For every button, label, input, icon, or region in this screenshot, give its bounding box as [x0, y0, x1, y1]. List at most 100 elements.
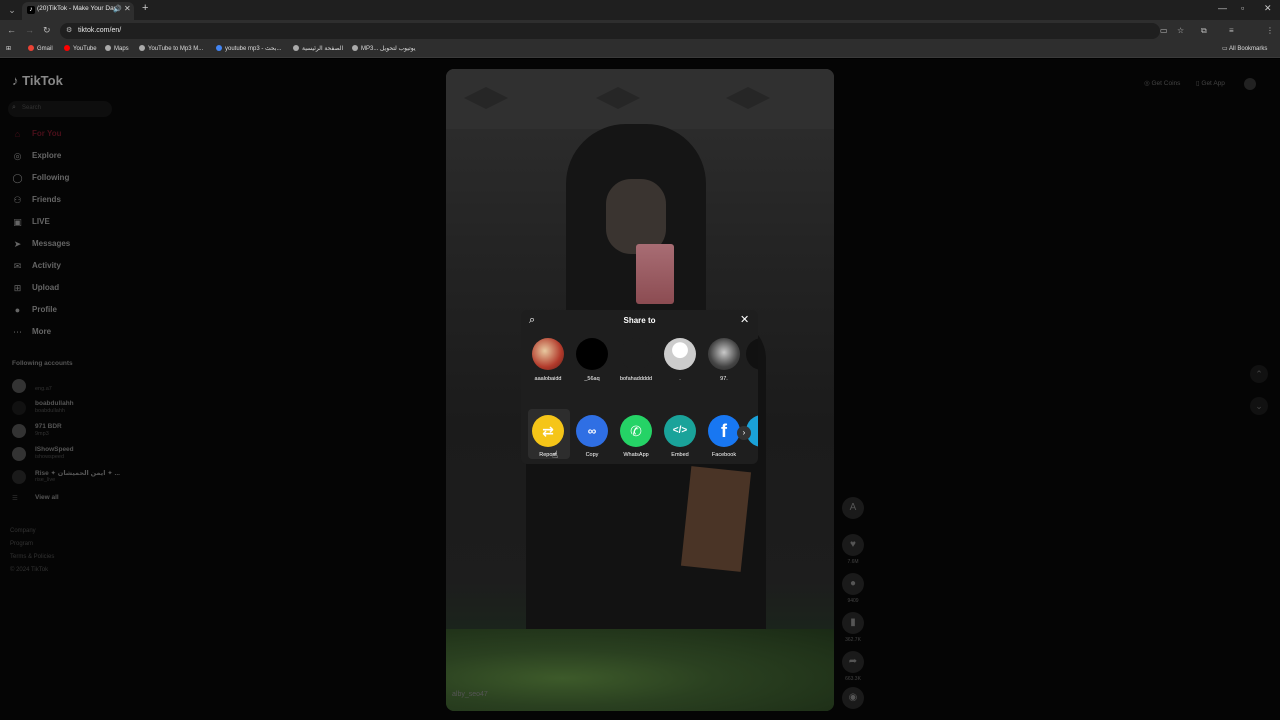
tiktok-favicon-icon: ♪	[27, 6, 35, 14]
browser-tab-bar: ⌄ ♪ (20)TikTok - Make Your Day 🔊 ✕ + — ▫…	[0, 0, 1280, 20]
bookmark-homepage[interactable]: الصفحة الرئيسية	[293, 45, 343, 52]
close-icon[interactable]: ✕	[740, 313, 749, 326]
get-coins-button[interactable]: ◎ Get Coins	[1144, 79, 1180, 87]
share-contact[interactable]: bofahaddddd	[614, 338, 658, 383]
share-contact-partial[interactable]	[746, 338, 758, 370]
sidebar-item-profile[interactable]: ● Profile	[12, 303, 112, 319]
sidebar-item-for-you[interactable]: ⌂ For You	[12, 127, 112, 143]
more-icon: ⋯	[13, 327, 22, 337]
footer-terms[interactable]: Terms & Policies	[10, 554, 54, 560]
tiktok-logo[interactable]: ♪ TikTok	[12, 73, 63, 88]
media-icon[interactable]: ≡	[1229, 26, 1234, 35]
like-button[interactable]: ♥ 7.6M	[840, 534, 866, 565]
repost-button[interactable]: ⇄ Repost	[526, 415, 570, 458]
following-account[interactable]: Rise ✦ ايمن الحميشان ✦ ... rise_live	[12, 468, 122, 488]
profile-icon: ●	[14, 305, 21, 315]
back-icon[interactable]: ←	[7, 25, 16, 35]
tab-audio-icon[interactable]: 🔊	[113, 5, 122, 13]
bookmarks-bar: ⊞ Gmail YouTube Maps YouTube to Mp3 M...…	[0, 42, 1280, 58]
search-input[interactable]: ⌕ Search	[8, 101, 112, 117]
creator-avatar[interactable]: A	[840, 497, 866, 519]
activity-icon: ✉	[13, 261, 22, 271]
avatar	[620, 338, 652, 370]
person-face	[606, 179, 666, 254]
browser-menu-icon[interactable]: ⋮	[1266, 26, 1274, 35]
avatar	[12, 470, 26, 484]
footer-program[interactable]: Program	[10, 541, 33, 547]
all-bookmarks[interactable]: ▭ All Bookmarks	[1222, 45, 1267, 52]
share-contact[interactable]: .	[658, 338, 702, 383]
cast-icon[interactable]: ▭	[1160, 26, 1168, 35]
sidebar-item-explore[interactable]: ◎ Explore	[12, 149, 112, 165]
extensions-icon[interactable]: ⧉	[1201, 26, 1207, 36]
view-all-icon: ☰	[12, 495, 18, 502]
footer-company[interactable]: Company	[10, 528, 36, 534]
apps-icon[interactable]: ⊞	[6, 45, 11, 52]
avatar	[664, 338, 696, 370]
sidebar-item-more[interactable]: ⋯ More	[12, 325, 112, 341]
bookmark-mp3-converter[interactable]: MP3... يوتيوب لتحويل	[352, 45, 416, 52]
mouse-cursor-icon: ☝	[552, 450, 559, 461]
avatar	[12, 401, 26, 415]
live-icon: ▣	[13, 217, 22, 227]
whatsapp-icon: ✆	[620, 415, 652, 447]
sidebar-item-activity[interactable]: ✉ Activity	[12, 259, 112, 275]
view-all-link[interactable]: ☰ View all	[12, 493, 122, 513]
get-app-button[interactable]: ▯ Get App	[1196, 79, 1225, 87]
following-account[interactable]: 971 BDR 9mp3	[12, 422, 122, 442]
new-tab-icon[interactable]: +	[142, 2, 148, 14]
avatar	[532, 338, 564, 370]
comment-button[interactable]: ● 9409	[840, 573, 866, 604]
share-contact[interactable]: 97.	[702, 338, 746, 383]
bookmark-icon: ▮	[842, 612, 864, 634]
reload-icon[interactable]: ↻	[43, 25, 51, 36]
minimize-icon[interactable]: —	[1218, 3, 1227, 13]
site-info-icon[interactable]: ⚙	[66, 26, 72, 34]
share-button[interactable]: ➦ 663.3K	[840, 651, 866, 682]
avatar	[12, 424, 26, 438]
active-tab[interactable]: ♪ (20)TikTok - Make Your Day 🔊 ✕	[22, 2, 134, 20]
following-account[interactable]: boabdullahh boabdullahh	[12, 399, 122, 419]
whatsapp-button[interactable]: ✆ WhatsApp	[614, 415, 658, 458]
following-account[interactable]: eng.a7	[12, 377, 122, 397]
sidebar-item-messages[interactable]: ➤ Messages	[12, 237, 112, 253]
music-disc[interactable]: ◉	[840, 687, 866, 709]
bookmark-youtube[interactable]: YouTube	[64, 45, 97, 52]
link-icon: ∞	[576, 415, 608, 447]
tab-search-icon[interactable]: ⌄	[6, 4, 18, 16]
home-icon: ⌂	[14, 129, 21, 139]
sidebar-item-following[interactable]: ◯ Following	[12, 171, 112, 187]
share-contact[interactable]: aaalobaidd	[526, 338, 570, 383]
avatar: A	[842, 497, 864, 519]
close-window-icon[interactable]: ✕	[1264, 3, 1272, 14]
tab-close-icon[interactable]: ✕	[124, 4, 131, 13]
avatar	[708, 338, 740, 370]
star-icon[interactable]: ☆	[1177, 26, 1184, 35]
music-disc-icon: ◉	[842, 687, 864, 709]
embed-button[interactable]: </> Embed	[658, 415, 702, 458]
user-avatar[interactable]	[1244, 78, 1256, 90]
share-contact[interactable]: _56aq	[570, 338, 614, 383]
bookmark-yt-search[interactable]: youtube mp3 - بحث...	[216, 45, 281, 52]
share-modal: ⌕ Share to ✕ aaalobaidd _56aq bofahadddd…	[521, 310, 758, 464]
upload-icon: ⊞	[13, 283, 22, 293]
sidebar-item-friends[interactable]: ⚇ Friends	[12, 193, 112, 209]
bookmark-yt-mp3[interactable]: YouTube to Mp3 M...	[139, 45, 203, 52]
embed-icon: </>	[664, 415, 696, 447]
bookmark-button[interactable]: ▮ 362.7K	[840, 612, 866, 643]
bookmark-maps[interactable]: Maps	[105, 45, 129, 52]
following-account[interactable]: IShowSpeed ishowspeed	[12, 445, 122, 465]
prev-video-button[interactable]: ⌃	[1250, 365, 1268, 383]
copy-link-button[interactable]: ∞ Copy	[570, 415, 614, 458]
drink-cup	[636, 244, 674, 304]
url-field[interactable]: ⚙ tiktok.com/en/	[60, 23, 1160, 39]
forward-icon[interactable]: →	[25, 25, 34, 35]
messages-icon: ➤	[13, 239, 22, 249]
chevron-right-icon[interactable]: ›	[737, 426, 751, 440]
sidebar-item-live[interactable]: ▣ LIVE	[12, 215, 112, 231]
next-video-button[interactable]: ⌄	[1250, 397, 1268, 415]
sidebar-item-upload[interactable]: ⊞ Upload	[12, 281, 112, 297]
maximize-icon[interactable]: ▫	[1241, 3, 1244, 13]
bookmark-gmail[interactable]: Gmail	[28, 45, 53, 52]
avatar	[576, 338, 608, 370]
